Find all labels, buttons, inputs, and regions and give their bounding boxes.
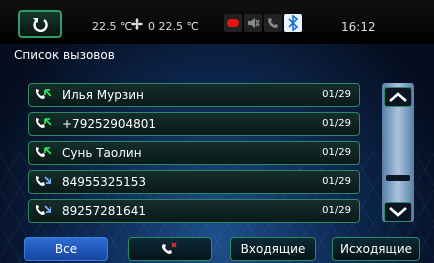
back-icon: [33, 18, 48, 33]
chevron-down-icon: [389, 207, 407, 217]
call-list: Илья Мурзин 01/29 +79252904801 01/29 Сун…: [28, 83, 360, 228]
media-icon: [224, 14, 242, 32]
call-date: 01/29: [322, 89, 351, 100]
phone-status-icon: [264, 14, 282, 32]
call-name: Илья Мурзин: [62, 88, 144, 102]
temperature-right: 0 22.5 ℃: [148, 20, 199, 33]
call-date: 01/29: [322, 205, 351, 216]
call-row[interactable]: +79252904801 01/29: [28, 112, 360, 136]
filter-tabs: Все Входящие Исходящие: [0, 237, 434, 263]
scroll-down-button[interactable]: [384, 202, 412, 222]
call-log-screen: 22.5 ℃ 0 22.5 ℃ 16:12 Список вызовов Иль…: [0, 0, 434, 263]
back-button[interactable]: [18, 10, 62, 38]
chevron-up-icon: [389, 92, 407, 102]
bluetooth-icon: [284, 14, 302, 32]
scroll-up-button[interactable]: [384, 87, 412, 107]
status-bar: 22.5 ℃ 0 22.5 ℃ 16:12: [0, 0, 434, 44]
incoming-call-icon: [36, 118, 51, 128]
call-date: 01/29: [322, 118, 351, 129]
call-row[interactable]: 89257281641 01/29: [28, 199, 360, 223]
tab-incoming[interactable]: Входящие: [230, 237, 316, 261]
call-row[interactable]: 84955325153 01/29: [28, 170, 360, 194]
scroll-thumb[interactable]: [386, 175, 410, 181]
call-name: 89257281641: [62, 204, 146, 218]
temperature-left: 22.5 ℃: [92, 20, 133, 33]
tab-missed[interactable]: [128, 237, 212, 261]
call-date: 01/29: [322, 147, 351, 158]
tab-all[interactable]: Все: [24, 237, 108, 261]
incoming-call-icon: [36, 147, 51, 157]
call-date: 01/29: [322, 176, 351, 187]
call-name: 84955325153: [62, 175, 146, 189]
call-row[interactable]: Сунь Таолин 01/29: [28, 141, 360, 165]
page-title: Список вызовов: [14, 48, 115, 62]
clock: 16:12: [341, 20, 376, 34]
call-row[interactable]: Илья Мурзин 01/29: [28, 83, 360, 107]
call-name: Сунь Таолин: [62, 146, 142, 160]
system-icons: [224, 14, 302, 32]
mute-icon: [244, 14, 262, 32]
outgoing-call-icon: [36, 176, 51, 186]
outgoing-call-icon: [36, 205, 51, 215]
fan-icon: [131, 18, 143, 30]
incoming-call-icon: [36, 89, 51, 99]
call-name: +79252904801: [62, 117, 157, 131]
missed-call-icon: [162, 242, 177, 254]
tab-outgoing[interactable]: Исходящие: [332, 237, 420, 261]
